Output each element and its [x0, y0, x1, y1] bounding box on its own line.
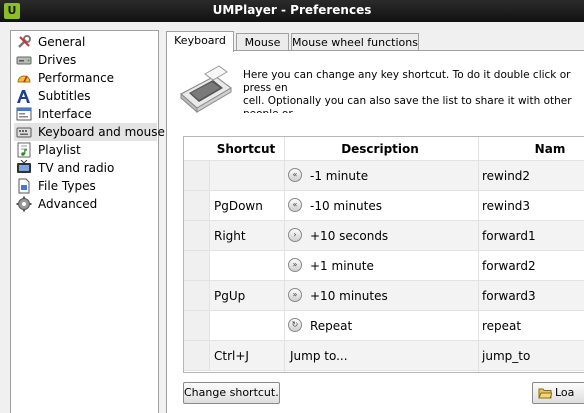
keyboard-illustration-icon	[177, 64, 233, 116]
column-divider	[478, 137, 479, 372]
table-row[interactable]: Right › +10 seconds forward1	[184, 221, 584, 251]
table-row[interactable]: Ctrl+J Jump to... jump_to	[184, 341, 584, 371]
load-button-label: Loa	[555, 386, 575, 399]
name-cell: rewind3	[482, 199, 531, 213]
sidebar-item-label: Keyboard and mouse	[38, 125, 165, 139]
repeat-icon: ↻	[288, 318, 302, 332]
table-row[interactable]: ↻ Repeat repeat	[184, 311, 584, 341]
row-header	[184, 191, 210, 220]
description-cell: -10 minutes	[310, 199, 382, 213]
subtitles-icon	[16, 88, 32, 104]
table-row[interactable]: PgUp » +10 minutes forward3	[184, 281, 584, 311]
forward-icon: »	[288, 288, 302, 302]
sidebar-item-tv-and-radio[interactable]: TV and radio	[14, 159, 157, 177]
speedometer-icon	[16, 70, 32, 86]
table-row[interactable]: « -1 minute rewind2	[184, 161, 584, 191]
sidebar-item-keyboard-and-mouse[interactable]: Keyboard and mouse	[14, 123, 165, 141]
sidebar-item-label: Performance	[38, 71, 115, 85]
tab-mouse[interactable]: Mouse	[236, 33, 289, 51]
table-header: Shortcut Description Nam	[184, 137, 584, 161]
sidebar-item-drives[interactable]: Drives	[14, 51, 157, 69]
drive-icon	[16, 52, 32, 68]
sidebar-item-label: Playlist	[38, 143, 81, 157]
rewind-icon: «	[288, 198, 302, 212]
sidebar-item-subtitles[interactable]: Subtitles	[14, 87, 157, 105]
row-header	[184, 311, 210, 340]
description-cell: +10 minutes	[310, 289, 388, 303]
row-header	[184, 341, 210, 370]
table-row[interactable]: » +1 minute forward2	[184, 251, 584, 281]
name-cell: repeat	[482, 319, 522, 333]
shortcut-cell: Ctrl+J	[214, 349, 249, 363]
name-cell: jump_to	[482, 349, 531, 363]
tab-mouse-wheel-functions[interactable]: Mouse wheel functions	[291, 33, 419, 51]
column-header-name[interactable]: Nam	[480, 142, 584, 156]
sidebar-item-label: Subtitles	[38, 89, 91, 103]
playlist-icon	[16, 142, 32, 158]
description-cell: Jump to...	[290, 349, 348, 363]
interface-icon	[16, 106, 32, 122]
sidebar-item-playlist[interactable]: Playlist	[14, 141, 157, 159]
table-row[interactable]: PgDown « -10 minutes rewind3	[184, 191, 584, 221]
sidebar-item-label: Advanced	[38, 197, 98, 211]
sidebar-item-label: General	[38, 35, 86, 49]
sidebar-item-file-types[interactable]: File Types	[14, 177, 157, 195]
sidebar-item-general[interactable]: General	[14, 33, 157, 51]
description-cell: Repeat	[310, 319, 353, 333]
tab-bar: Keyboard Mouse Mouse wheel functions	[166, 31, 584, 52]
shortcut-cell: Right	[214, 229, 246, 243]
sidebar-item-interface[interactable]: Interface	[14, 105, 157, 123]
name-cell: forward2	[482, 259, 536, 273]
forward-icon: ›	[288, 228, 302, 242]
column-header-shortcut[interactable]: Shortcut	[210, 142, 282, 156]
forward-icon: »	[288, 258, 302, 272]
sidebar-item-label: Interface	[38, 107, 92, 121]
shortcut-cell: PgUp	[214, 289, 246, 303]
shortcut-cell: PgDown	[214, 199, 263, 213]
sidebar-item-advanced[interactable]: Advanced	[14, 195, 157, 213]
description-cell: -1 minute	[310, 169, 369, 183]
row-header	[184, 251, 210, 280]
tv-icon	[16, 160, 32, 176]
row-header	[184, 281, 210, 310]
keyboard-icon	[16, 124, 32, 140]
gear-icon	[16, 196, 32, 212]
name-cell: forward3	[482, 289, 536, 303]
column-divider	[284, 137, 285, 372]
wrench-screwdriver-icon	[16, 34, 32, 50]
tab-keyboard[interactable]: Keyboard	[166, 31, 234, 52]
preferences-sidebar: General Drives Performance Subtitles Int…	[10, 30, 165, 413]
description-cell: +10 seconds	[310, 229, 389, 243]
change-shortcut-button[interactable]: Change shortcut...	[183, 382, 280, 404]
keyboard-intro-text: Here you can change any key shortcut. To…	[243, 69, 572, 113]
name-cell: forward1	[482, 229, 536, 243]
column-header-description[interactable]: Description	[284, 142, 476, 156]
row-header	[184, 221, 210, 250]
file-types-icon	[16, 178, 32, 194]
rewind-icon: «	[288, 168, 302, 182]
open-folder-icon	[538, 386, 553, 400]
row-header	[184, 161, 210, 190]
sidebar-item-label: Drives	[38, 53, 77, 67]
sidebar-item-label: TV and radio	[38, 161, 115, 175]
load-button[interactable]: Loa	[532, 382, 584, 404]
shortcut-table[interactable]: Shortcut Description Nam « -1 minute rew…	[183, 136, 584, 373]
sidebar-item-label: File Types	[38, 179, 96, 193]
title-bar: U UMPlayer - Preferences	[0, 0, 584, 22]
sidebar-item-performance[interactable]: Performance	[14, 69, 157, 87]
window-title: UMPlayer - Preferences	[212, 3, 372, 17]
description-cell: +1 minute	[310, 259, 374, 273]
name-cell: rewind2	[482, 169, 531, 183]
